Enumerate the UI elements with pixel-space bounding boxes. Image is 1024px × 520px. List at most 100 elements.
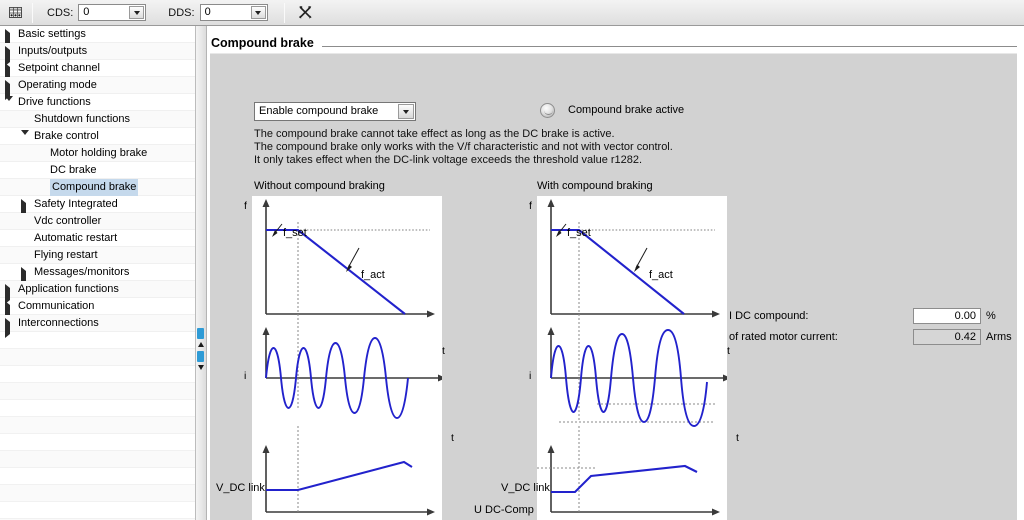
sidebar-item-vdc-controller[interactable]: Vdc controller bbox=[0, 213, 195, 230]
left-fset-label: f_set bbox=[283, 227, 307, 239]
chevron-right-icon[interactable] bbox=[21, 267, 30, 287]
chevron-right-icon[interactable] bbox=[5, 80, 14, 100]
note-line-2: The compound brake only works with the V… bbox=[254, 141, 673, 153]
sidebar-item-label: DC brake bbox=[50, 164, 97, 176]
chevron-down-icon[interactable] bbox=[398, 104, 414, 119]
sidebar-splitter[interactable] bbox=[196, 26, 207, 520]
chevron-right-icon[interactable] bbox=[5, 63, 14, 83]
rated-motor-current-input: 0.42 bbox=[913, 329, 981, 345]
chevron-right-icon[interactable] bbox=[5, 301, 14, 321]
right-fset-label: f_set bbox=[567, 227, 591, 239]
title-rule bbox=[321, 46, 1020, 47]
sidebar-item-inputs-outputs[interactable]: Inputs/outputs bbox=[0, 43, 195, 66]
sidebar-item-interconnections[interactable]: Interconnections bbox=[0, 315, 195, 338]
sidebar-item-setpoint-channel[interactable]: Setpoint channel bbox=[0, 60, 195, 83]
rated-motor-current-label: of rated motor current: bbox=[729, 331, 838, 343]
sidebar-item-compound-brake[interactable]: Compound brake bbox=[0, 179, 195, 196]
toolbar-separator-1 bbox=[32, 2, 33, 23]
cds-value: 0 bbox=[83, 6, 90, 18]
sidebar-item-label: Shutdown functions bbox=[34, 113, 131, 125]
right-fact-label: f_act bbox=[649, 269, 673, 281]
left-vdc-label: V_DC link bbox=[216, 482, 265, 494]
chevron-down-icon[interactable] bbox=[5, 96, 14, 113]
toolbar-separator-2 bbox=[283, 2, 285, 23]
sidebar-item-safety-integrated[interactable]: Safety Integrated bbox=[0, 196, 195, 219]
sidebar-item-label: Inputs/outputs bbox=[18, 45, 88, 57]
left-i-axis-label: i bbox=[244, 370, 247, 382]
sidebar-item-label: Messages/monitors bbox=[34, 266, 130, 278]
dds-select[interactable]: 0 bbox=[199, 4, 268, 21]
tree-empty-row bbox=[0, 434, 195, 451]
right-t-axis-label-1: t bbox=[727, 345, 730, 357]
sidebar-item-label: Automatic restart bbox=[34, 232, 118, 244]
chevron-down-icon[interactable] bbox=[250, 6, 266, 19]
page-header: Compound brake bbox=[208, 32, 1024, 54]
cds-label: CDS: bbox=[47, 6, 74, 19]
dds-label: DDS: bbox=[168, 6, 195, 19]
right-f-axis-label: f bbox=[529, 200, 532, 212]
sidebar-item-dc-brake[interactable]: DC brake bbox=[0, 162, 195, 179]
table-icon[interactable] bbox=[4, 2, 26, 24]
crossed-tools-icon[interactable] bbox=[295, 2, 317, 24]
splitter-grip[interactable] bbox=[197, 328, 204, 339]
sidebar-item-communication[interactable]: Communication bbox=[0, 298, 195, 321]
sidebar-item-motor-holding-brake[interactable]: Motor holding brake bbox=[0, 145, 195, 162]
sidebar-item-label: Application functions bbox=[18, 283, 119, 295]
sidebar-item-label: Flying restart bbox=[34, 249, 98, 261]
left-f-axis-label: f bbox=[244, 200, 247, 212]
sidebar-item-label: Basic settings bbox=[18, 28, 86, 40]
left-chart-group bbox=[252, 196, 442, 520]
chevron-up-icon[interactable] bbox=[197, 342, 204, 347]
sidebar-item-drive-functions[interactable]: Drive functions bbox=[0, 94, 195, 113]
sidebar-item-application-functions[interactable]: Application functions bbox=[0, 281, 195, 304]
tree-empty-row bbox=[0, 366, 195, 383]
chevron-right-icon[interactable] bbox=[5, 284, 14, 304]
note-line-3: It only takes effect when the DC-link vo… bbox=[254, 154, 643, 166]
cds-select[interactable]: 0 bbox=[78, 4, 147, 21]
sidebar-item-basic-settings[interactable]: Basic settings bbox=[0, 26, 195, 49]
chevron-right-icon[interactable] bbox=[5, 318, 14, 338]
dds-value: 0 bbox=[204, 6, 211, 18]
tree-empty-row bbox=[0, 502, 195, 519]
splitter-grip[interactable] bbox=[197, 351, 204, 362]
compound-brake-mode-value: Enable compound brake bbox=[259, 105, 379, 117]
chevron-right-icon[interactable] bbox=[21, 199, 30, 219]
sidebar-item-label: Brake control bbox=[34, 130, 99, 142]
page-title: Compound brake bbox=[211, 36, 314, 50]
tree-empty-row bbox=[0, 349, 195, 366]
splitter-handle[interactable] bbox=[197, 328, 204, 384]
sidebar-item-shutdown-functions[interactable]: Shutdown functions bbox=[0, 111, 195, 128]
chevron-right-icon[interactable] bbox=[5, 46, 14, 66]
compound-brake-mode-select[interactable]: Enable compound brake bbox=[254, 102, 416, 121]
sidebar-item-messages-monitors[interactable]: Messages/monitors bbox=[0, 264, 195, 287]
i-dc-compound-input[interactable]: 0.00 bbox=[913, 308, 981, 324]
sidebar-item-label: Compound brake bbox=[50, 179, 139, 196]
chevron-down-icon[interactable] bbox=[129, 6, 145, 19]
udc-comp-label: U DC-Comp bbox=[474, 504, 534, 516]
tree-empty-row bbox=[0, 451, 195, 468]
right-chart-group bbox=[537, 196, 727, 520]
sidebar-item-label: Drive functions bbox=[18, 96, 91, 108]
compound-brake-panel: Enable compound brake Compound brake act… bbox=[210, 53, 1022, 520]
sidebar-item-label: Vdc controller bbox=[34, 215, 102, 227]
sidebar-item-label: Setpoint channel bbox=[18, 62, 100, 74]
navigation-tree[interactable]: Basic settings Inputs/outputs Setpoint cha… bbox=[0, 26, 196, 520]
right-i-axis-label: i bbox=[529, 370, 532, 382]
i-dc-compound-unit: % bbox=[986, 310, 996, 322]
sidebar-item-automatic-restart[interactable]: Automatic restart bbox=[0, 230, 195, 247]
application-window: CDS: 0 DDS: 0 Basic settings Inputs/outpu… bbox=[0, 0, 1024, 520]
chevron-down-icon[interactable] bbox=[21, 130, 30, 147]
rated-motor-current-unit: Arms bbox=[986, 331, 1012, 343]
tree-empty-row bbox=[0, 332, 195, 349]
sidebar-item-operating-mode[interactable]: Operating mode bbox=[0, 77, 195, 100]
left-t-axis-label-1: t bbox=[442, 345, 445, 357]
sidebar-item-flying-restart[interactable]: Flying restart bbox=[0, 247, 195, 264]
tree-empty-row bbox=[0, 400, 195, 417]
chevron-right-icon[interactable] bbox=[5, 29, 14, 49]
right-chart-title: With compound braking bbox=[537, 180, 653, 192]
chevron-down-icon[interactable] bbox=[197, 365, 204, 370]
left-fact-label: f_act bbox=[361, 269, 385, 281]
sidebar-item-label: Communication bbox=[18, 300, 95, 312]
sidebar-item-brake-control[interactable]: Brake control bbox=[0, 128, 195, 147]
tree-empty-row bbox=[0, 468, 195, 485]
